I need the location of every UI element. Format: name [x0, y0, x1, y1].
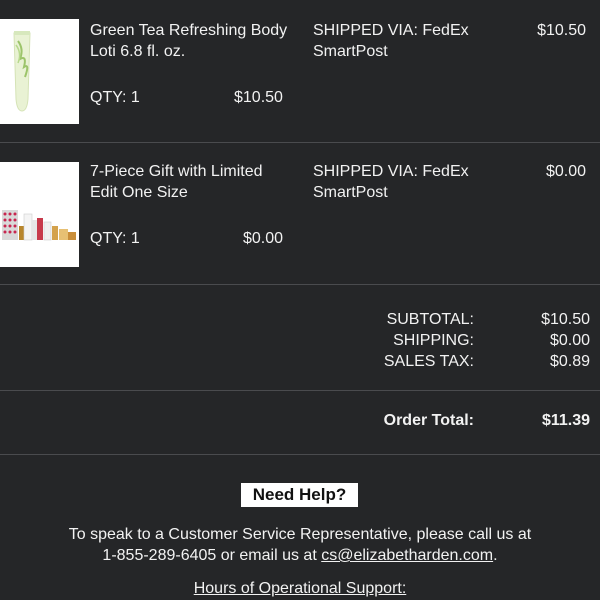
- line-item: 7-Piece Gift with Limited Edit One Size …: [0, 143, 600, 285]
- product-name-line: 7-Piece Gift with Limited: [90, 163, 263, 180]
- quantity: QTY: 1: [90, 230, 140, 247]
- item-price: $0.00: [545, 163, 586, 180]
- quantity: QTY: 1: [90, 89, 140, 106]
- shipping-value: $0.00: [549, 332, 590, 349]
- product-image[interactable]: [0, 19, 79, 124]
- order-total-label: Order Total:: [383, 412, 474, 429]
- product-name[interactable]: Green Tea Refreshing Body Loti 6.8 fl. o…: [90, 20, 300, 62]
- item-price: $10.50: [537, 22, 586, 39]
- sales-tax-value: $0.89: [549, 353, 590, 370]
- order-total-section: Order Total: $11.39: [0, 391, 600, 455]
- hours-of-support-link[interactable]: Hours of Operational Support:: [0, 578, 600, 599]
- shipping-method: SHIPPED VIA: FedEx SmartPost: [313, 161, 493, 203]
- order-summary: Green Tea Refreshing Body Loti 6.8 fl. o…: [0, 0, 600, 600]
- quantity-price: $10.50: [234, 89, 283, 106]
- need-help-heading: Need Help?: [241, 483, 358, 507]
- order-total-value: $11.39: [541, 412, 590, 429]
- shipping-label: SHIPPING:: [393, 332, 474, 349]
- product-name[interactable]: 7-Piece Gift with Limited Edit One Size: [90, 161, 300, 203]
- shipping-line: SHIPPED VIA: FedEx: [313, 163, 469, 180]
- email-link[interactable]: cs@elizabetharden.com: [321, 547, 493, 564]
- phone-text: 1-855-289-6405 or email us at: [102, 547, 322, 564]
- punctuation: .: [493, 547, 498, 564]
- subtotal-label: SUBTOTAL:: [386, 311, 474, 328]
- product-name-line: Edit One Size: [90, 184, 188, 201]
- gift-set-collection-icon: [0, 162, 79, 267]
- sales-tax-label: SALES TAX:: [383, 353, 474, 370]
- shipping-method: SHIPPED VIA: FedEx SmartPost: [313, 20, 493, 62]
- line-item: Green Tea Refreshing Body Loti 6.8 fl. o…: [0, 0, 600, 143]
- help-line: 1-855-289-6405 or email us at cs@elizabe…: [30, 545, 570, 566]
- totals-section: SUBTOTAL: $10.50 SHIPPING: $0.00 SALES T…: [0, 285, 600, 391]
- product-image[interactable]: [0, 162, 79, 267]
- green-tea-lotion-tube-icon: [0, 19, 79, 124]
- shipping-line: SmartPost: [313, 184, 388, 201]
- subtotal-value: $10.50: [541, 311, 590, 328]
- shipping-line: SHIPPED VIA: FedEx: [313, 22, 469, 39]
- shipping-line: SmartPost: [313, 43, 388, 60]
- help-line: To speak to a Customer Service Represent…: [68, 526, 532, 543]
- product-name-line: Loti 6.8 fl. oz.: [90, 43, 186, 60]
- product-name-line: Green Tea Refreshing Body: [90, 22, 288, 39]
- quantity-price: $0.00: [243, 230, 284, 247]
- help-text: To speak to a Customer Service Represent…: [30, 524, 570, 566]
